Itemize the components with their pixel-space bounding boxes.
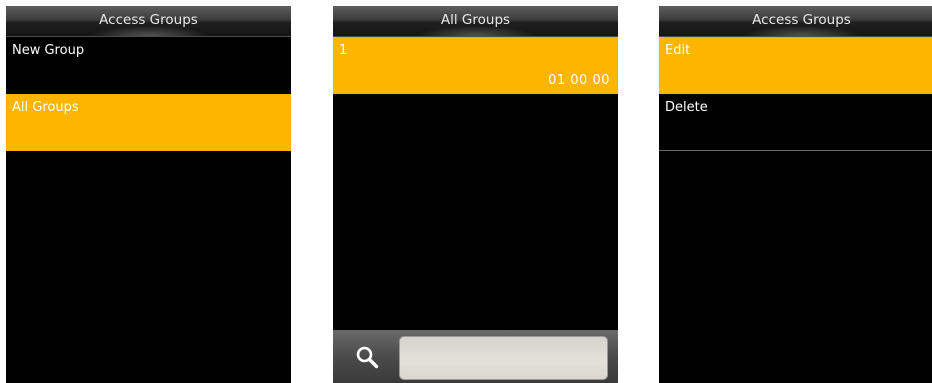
search-input[interactable] [399,336,608,380]
search-icon[interactable] [355,345,379,369]
titlebar: All Groups [333,6,618,37]
all-groups-screen: All Groups 1 01 00 00 [333,6,618,383]
titlebar-glow [88,26,209,36]
group-number: 1 [339,43,348,58]
access-groups-screen: Access Groups New Group All Groups [6,6,291,383]
menu-item-delete[interactable]: Delete [659,94,932,151]
menu-item-label: Edit [665,43,691,58]
titlebar: Access Groups [659,6,932,37]
titlebar-glow [741,26,862,36]
titlebar: Access Groups [6,6,291,37]
group-time-zones: 01 00 00 [548,73,610,88]
menu-item-label: All Groups [12,100,79,115]
menu-item-new-group[interactable]: New Group [6,37,291,94]
menu-item-edit[interactable]: Edit [659,37,932,94]
group-list-item[interactable]: 1 01 00 00 [333,37,618,94]
search-bar [333,330,618,383]
menu-item-label: Delete [665,100,708,115]
titlebar-glow [415,26,536,36]
group-options-screen: Access Groups Edit Delete [659,6,932,383]
menu-item-label: New Group [12,43,85,58]
menu-item-all-groups[interactable]: All Groups [6,94,291,151]
